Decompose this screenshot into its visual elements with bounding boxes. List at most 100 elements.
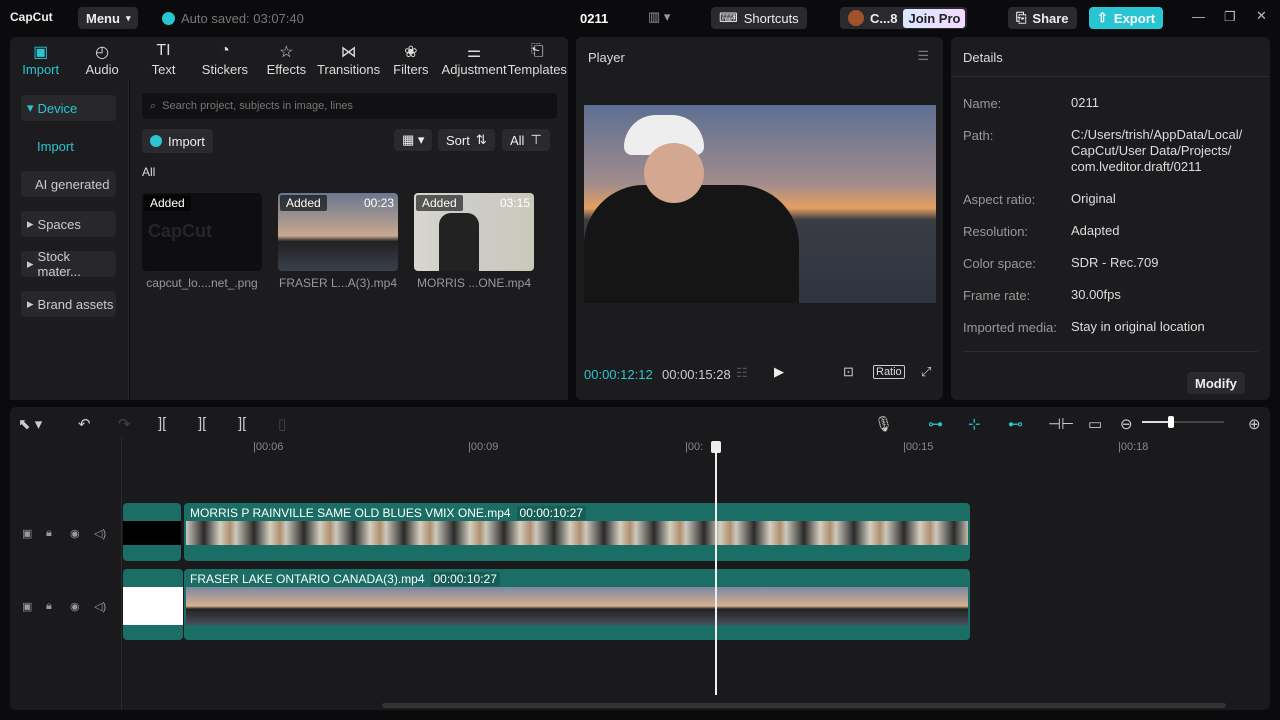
playhead-handle[interactable] <box>711 441 721 453</box>
detail-label: Color space: <box>963 256 1036 271</box>
search-input[interactable]: ⌕ Search project, subjects in image, line… <box>142 93 557 119</box>
search-icon: ⌕ <box>150 99 157 112</box>
audio-icon: ◴ <box>95 43 110 61</box>
minimize-icon[interactable]: — <box>1192 9 1205 24</box>
ruler-label: |00:18 <box>1118 441 1149 453</box>
menu-button[interactable]: Menu ▾ <box>78 7 139 29</box>
tab-filters[interactable]: ❀ Filters <box>380 37 441 81</box>
restore-icon[interactable]: ❐ <box>1224 9 1236 25</box>
timeline-list-icon[interactable]: ☷ <box>736 365 748 381</box>
media-item[interactable]: Added 00:23 <box>278 193 398 271</box>
eye-icon[interactable]: ◉ <box>70 527 80 540</box>
redo-icon[interactable]: ↷ <box>118 415 131 433</box>
feature-tabs: ▣ Import ◴ Audio TI Text ◔ Stickers ☆ Effects… <box>10 37 568 81</box>
video-preview[interactable] <box>584 105 936 303</box>
import-button[interactable]: Import <box>142 129 213 153</box>
sort-icon: ⇅ <box>475 132 487 147</box>
logo-clip[interactable] <box>123 503 181 561</box>
delete-left-icon[interactable]: ][ <box>198 415 206 432</box>
export-button[interactable]: ⇧ Export <box>1089 7 1164 29</box>
sidebar-item-import[interactable]: Import <box>21 133 116 159</box>
details-panel: Details Name: 0211 Path: C:/Users/trish/Ap… <box>951 37 1270 400</box>
close-icon[interactable]: ✕ <box>1256 8 1267 24</box>
sidebar-item-label: Stock mater... <box>37 249 81 279</box>
tab-stickers[interactable]: ◔ Stickers <box>194 37 255 81</box>
horizontal-scrollbar[interactable] <box>382 703 1226 708</box>
shortcuts-button[interactable]: ⌨ Shortcuts <box>711 7 807 29</box>
person <box>584 185 799 303</box>
tab-import[interactable]: ▣ Import <box>10 37 71 81</box>
account-button[interactable]: C...8 Join Pro <box>840 7 968 29</box>
preview-axis-icon[interactable]: ⊣⊢ <box>1048 415 1074 433</box>
join-pro-button[interactable]: Join Pro <box>903 8 966 28</box>
zoom-slider[interactable] <box>1142 416 1224 428</box>
zoom-out-icon[interactable]: ⊖ <box>1120 415 1133 433</box>
delete-icon[interactable]: ▯ <box>278 415 286 433</box>
text-icon: TI <box>156 41 171 59</box>
sidebar-item-ai-generated[interactable]: AI generated <box>21 171 116 197</box>
sidebar-item-stock-material[interactable]: ▸ Stock mater... <box>21 249 116 279</box>
detail-value: Adapted <box>1071 223 1120 238</box>
select-tool-icon[interactable]: ⬉ ▾ <box>18 415 42 433</box>
tab-adjustment[interactable]: ⚌ Adjustment <box>442 37 507 81</box>
time-ruler[interactable]: |00:06 |00:09 |00: |00:15 |00:18 <box>123 437 1270 459</box>
tab-templates[interactable]: ⎗ Templates <box>507 37 568 81</box>
zoom-in-icon[interactable]: ⊕ <box>1248 415 1261 433</box>
undo-icon[interactable]: ↶ <box>78 415 91 433</box>
lock-icon[interactable]: 🔒︎ <box>46 600 52 613</box>
audio-icon[interactable]: ◁) <box>94 600 106 613</box>
video-clip-morris[interactable]: MORRIS P RAINVILLE SAME OLD BLUES VMIX O… <box>184 503 970 561</box>
tab-audio[interactable]: ◴ Audio <box>71 37 132 81</box>
thumbnail-icon[interactable]: ▭ <box>1088 415 1102 433</box>
lock-icon[interactable]: 🔒︎ <box>46 527 52 540</box>
filter-button[interactable]: All ⊤ <box>502 129 550 151</box>
tab-text[interactable]: TI Text <box>133 37 194 81</box>
capcut-logo: CapCut <box>10 10 53 24</box>
split-icon[interactable]: ][ <box>158 415 166 432</box>
clip-name: FRASER LAKE ONTARIO CANADA(3).mp4 <box>190 572 425 586</box>
sidebar-item-label: Device <box>37 100 78 116</box>
detail-label: Imported media: <box>963 320 1057 335</box>
tab-effects[interactable]: ☆ Effects <box>256 37 317 81</box>
track-video-icon: ▣ <box>22 528 33 540</box>
zoom-slider-fill <box>1142 421 1171 423</box>
eye-icon[interactable]: ◉ <box>70 600 80 613</box>
sidebar-item-brand-assets[interactable]: ▸ Brand assets <box>21 291 116 317</box>
filter-label: All <box>510 132 525 148</box>
zoom-slider-handle[interactable] <box>1167 416 1174 428</box>
linkage-icon[interactable]: ⊷ <box>1008 415 1023 433</box>
adjustment-icon: ⚌ <box>466 43 482 61</box>
layout-icon[interactable]: ▥ ▾ <box>648 9 670 25</box>
tab-label: Stickers <box>201 61 249 77</box>
tab-transitions[interactable]: ⋈ Transitions <box>317 37 380 81</box>
media-item[interactable]: Added CapCut <box>142 193 262 271</box>
delete-right-icon[interactable]: ][ <box>238 415 246 432</box>
ratio-button[interactable]: Ratio <box>873 365 905 379</box>
detail-value: 30.00fps <box>1071 287 1121 302</box>
tab-label: Import <box>22 61 60 77</box>
main-track-magnet-icon[interactable]: ⊶ <box>928 415 943 433</box>
timeline-panel: ⬉ ▾ ↶ ↷ ][ ][ ][ ▯ 🎙 ⊶ ⊹ ⊷ ⊣⊢ ▭ ⊖ ⊕ ▣ 🔒︎ ◉… <box>10 407 1270 710</box>
media-item[interactable]: Added 03:15 <box>414 193 534 271</box>
sidebar-item-spaces[interactable]: ▸ Spaces <box>21 211 116 237</box>
audio-icon[interactable]: ◁) <box>94 527 106 540</box>
view-toggle[interactable]: ▦ ▾ <box>394 129 433 151</box>
playhead[interactable] <box>711 441 721 695</box>
modify-button[interactable]: Modify <box>1187 372 1245 394</box>
fit-icon[interactable]: ⊡ <box>843 364 854 380</box>
white-clip[interactable] <box>123 569 183 640</box>
video-clip-fraser[interactable]: FRASER LAKE ONTARIO CANADA(3).mp4 00:00:1… <box>184 569 970 640</box>
details-title: Details <box>963 50 1003 65</box>
sidebar-item-device[interactable]: ▾ Device <box>21 95 116 121</box>
clip-duration: 00:00:10:27 <box>516 506 586 520</box>
sort-button[interactable]: Sort ⇅ <box>438 129 495 151</box>
fullscreen-icon[interactable]: ⤢ <box>921 364 931 380</box>
share-button[interactable]: ⎘ Share <box>1008 7 1077 29</box>
tab-label: Templates <box>507 61 567 77</box>
ruler-label: |00: <box>685 441 704 453</box>
auto-snap-icon[interactable]: ⊹ <box>968 415 981 433</box>
total-time: 00:00:15:28 <box>662 367 731 382</box>
menu-icon[interactable]: ☰ <box>917 48 929 64</box>
play-icon[interactable]: ▶ <box>774 364 784 380</box>
microphone-icon[interactable]: 🎙 <box>874 415 893 433</box>
